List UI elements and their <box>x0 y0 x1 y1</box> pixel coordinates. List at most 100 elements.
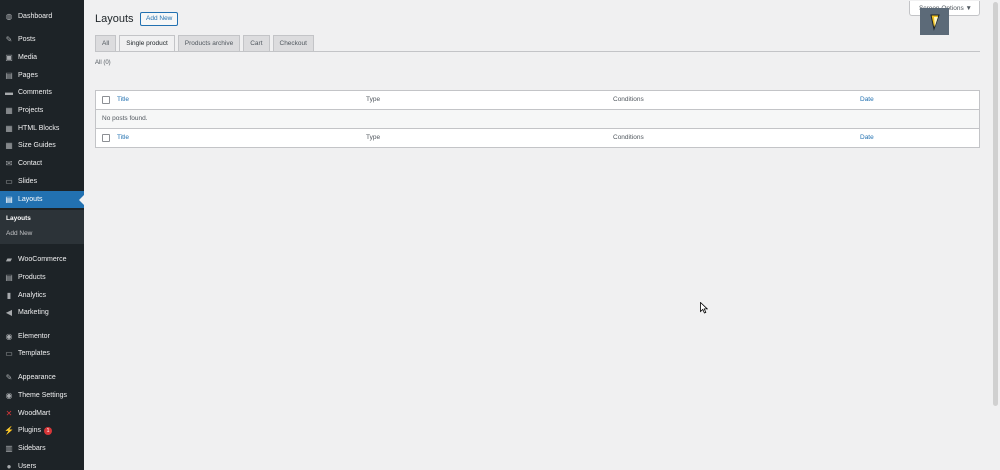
sidebar-item-pages[interactable]: ▤ Pages <box>0 67 84 84</box>
sidebar-item-label: Contact <box>18 160 43 167</box>
theme-settings-icon: ◉ <box>5 391 13 400</box>
submenu-item-layouts[interactable]: Layouts <box>6 215 31 222</box>
folder-icon: ▭ <box>5 349 13 358</box>
column-type-footer: Type <box>366 134 381 141</box>
sidebar-item-label: Marketing <box>18 309 49 316</box>
sidebar-item-elementor[interactable]: ◉ Elementor <box>0 328 84 345</box>
sidebar-item-size-guides[interactable]: ▦ Size Guides <box>0 137 84 154</box>
sidebar-item-woodmart[interactable]: ✕ WoodMart <box>0 405 84 422</box>
analytics-icon: ▮ <box>6 291 12 300</box>
slides-icon: ▭ <box>5 177 13 186</box>
sidebar-item-label: Size Guides <box>18 142 56 149</box>
sidebar-item-label: Sidebars <box>18 445 46 452</box>
tab-checkout[interactable]: Checkout <box>272 35 314 52</box>
sidebars-icon: ▥ <box>5 444 13 453</box>
column-date-footer[interactable]: Date <box>860 134 874 141</box>
sidebar-item-sidebars[interactable]: ▥ Sidebars <box>0 440 84 457</box>
sidebar-item-label: Templates <box>18 350 50 357</box>
mail-icon: ✉ <box>5 159 13 168</box>
products-icon: ▤ <box>5 273 13 282</box>
woodmart-icon: ✕ <box>5 409 13 418</box>
pages-icon: ▤ <box>5 71 13 80</box>
sidebar-item-label: Products <box>18 274 46 281</box>
sidebar-item-label: Analytics <box>18 292 47 299</box>
column-title[interactable]: Title <box>117 96 129 103</box>
sidebar-item-label: Slides <box>18 178 38 185</box>
brush-icon: ✎ <box>5 373 13 382</box>
sidebar-item-appearance[interactable]: ✎ Appearance <box>0 369 84 386</box>
sidebar-item-posts[interactable]: ✎ Posts <box>0 31 84 48</box>
comments-icon: ▬ <box>5 88 13 97</box>
layout-type-tabs: All Single product Products archive Cart… <box>95 35 317 52</box>
layouts-icon: ▤ <box>5 195 13 204</box>
table-header-row: Title Type Conditions Date <box>96 91 979 110</box>
sidebar-item-label: Projects <box>18 107 44 114</box>
dashboard-icon: ◍ <box>5 12 13 21</box>
table-footer-row: Title Type Conditions Date <box>96 128 979 147</box>
sidebar-item-marketing[interactable]: ◀ Marketing <box>0 304 84 321</box>
sidebar-item-layouts[interactable]: ▤ Layouts <box>0 191 84 208</box>
sidebar-item-media[interactable]: ▣ Media <box>0 49 84 66</box>
sidebar-item-projects[interactable]: ▦ Projects <box>0 102 84 119</box>
sidebar-item-woocommerce[interactable]: ▰ WooCommerce <box>0 251 84 268</box>
sidebar-item-users[interactable]: ● Users <box>0 458 84 470</box>
tab-all[interactable]: All <box>95 35 117 52</box>
sidebar-item-label: WoodMart <box>18 410 51 417</box>
size-guides-icon: ▦ <box>5 141 13 150</box>
sidebar-item-label: Posts <box>18 36 36 43</box>
sidebar-item-templates[interactable]: ▭ Templates <box>0 345 84 362</box>
sidebar-item-label: Appearance <box>18 374 56 381</box>
sidebar-item-comments[interactable]: ▬ Comments <box>0 84 84 101</box>
sidebar-item-label: Theme Settings <box>18 392 68 399</box>
sidebar-item-dashboard[interactable]: ◍ Dashboard <box>0 8 84 25</box>
sidebar-item-contact[interactable]: ✉ Contact <box>0 155 84 172</box>
mouse-cursor-icon <box>700 302 708 314</box>
sidebar-item-slides[interactable]: ▭ Slides <box>0 173 84 190</box>
select-all-checkbox-footer[interactable] <box>102 134 110 142</box>
sidebar-item-label: Comments <box>18 89 52 96</box>
sidebar-item-label: Dashboard <box>18 13 53 20</box>
tab-single-product[interactable]: Single product <box>119 35 175 52</box>
projects-icon: ▦ <box>5 106 13 115</box>
table-row: No posts found. <box>96 110 979 129</box>
sidebar-item-label: Layouts <box>18 196 43 203</box>
submenu-item-add-new[interactable]: Add New <box>6 230 32 237</box>
blocks-icon: ▦ <box>5 124 13 133</box>
pin-icon: ✎ <box>5 35 13 44</box>
megaphone-icon: ◀ <box>5 308 13 317</box>
select-all-checkbox[interactable] <box>102 96 110 104</box>
layouts-table: Title Type Conditions Date No posts foun… <box>95 90 980 148</box>
column-type: Type <box>366 96 381 103</box>
elementor-icon: ◉ <box>5 332 13 341</box>
add-new-button[interactable]: Add New <box>140 12 179 26</box>
sidebar-item-theme-settings[interactable]: ◉ Theme Settings <box>0 387 84 404</box>
scrollbar-thumb[interactable] <box>993 2 998 406</box>
sidebar-item-plugins[interactable]: ⚡ Plugins 1 <box>0 422 84 439</box>
no-posts-message: No posts found. <box>102 115 148 122</box>
media-icon: ▣ <box>5 53 13 62</box>
update-count-badge: 1 <box>43 426 52 435</box>
scrollbar[interactable] <box>992 0 1000 470</box>
sidebar-item-label: Users <box>18 463 37 470</box>
sidebar-item-label: Pages <box>18 72 38 79</box>
tab-cart[interactable]: Cart <box>243 35 270 52</box>
column-title-footer[interactable]: Title <box>117 134 129 141</box>
column-date[interactable]: Date <box>860 96 874 103</box>
sidebar-item-products[interactable]: ▤ Products <box>0 269 84 286</box>
layouts-submenu: Layouts Add New <box>0 210 84 244</box>
sidebar-item-label: Plugins <box>18 427 41 434</box>
tabs-divider <box>95 51 980 52</box>
sidebar-item-label: WooCommerce <box>18 256 67 263</box>
woocommerce-icon: ▰ <box>5 255 13 264</box>
column-conditions: Conditions <box>613 96 644 103</box>
main-content: Layouts Add New Screen Options ▼ All Sin… <box>84 0 992 470</box>
admin-sidebar: ◍ Dashboard ✎ Posts ▣ Media ▤ Pages ▬ Comment… <box>0 0 84 470</box>
sidebar-item-html-blocks[interactable]: ▦ HTML Blocks <box>0 120 84 137</box>
tab-products-archive[interactable]: Products archive <box>177 35 241 52</box>
woodmart-logo-icon <box>920 8 949 35</box>
sidebar-item-label: Elementor <box>18 333 50 340</box>
sidebar-item-label: Media <box>18 54 38 61</box>
plug-icon: ⚡ <box>4 426 14 435</box>
sidebar-item-analytics[interactable]: ▮ Analytics <box>0 287 84 304</box>
filter-all-link[interactable]: All (0) <box>95 60 111 66</box>
